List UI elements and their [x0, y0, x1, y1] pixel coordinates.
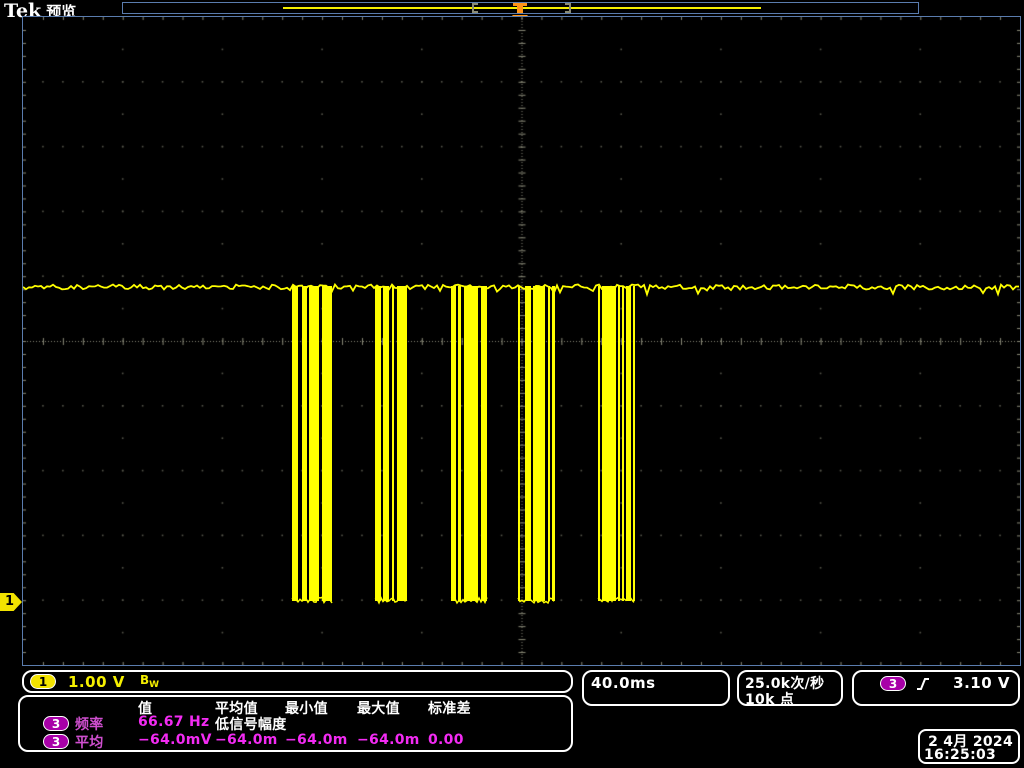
horizontal-scale-value: 40.0ms: [591, 674, 656, 692]
channel1-readout-box: 1 1.00 V BW: [22, 670, 573, 693]
measurement-row-mean: −64.0m: [215, 732, 278, 748]
zoom-window-left-bracket-icon: [472, 3, 478, 13]
trigger-source-badge: 3: [880, 676, 906, 691]
measurement-row-stddev: 0.00: [428, 732, 464, 748]
column-header-max: 最大值: [357, 698, 400, 718]
column-header-min: 最小值: [285, 698, 328, 718]
column-header-stddev: 标准差: [428, 698, 471, 718]
measurement-row-badge: 3: [43, 734, 69, 749]
measurement-row-label: 频率: [75, 714, 104, 734]
acquisition-preview-bar: [122, 2, 919, 14]
trigger-level-value: 3.10 V: [953, 674, 1010, 692]
measurement-row-label: 平均: [75, 732, 104, 752]
channel1-ground-marker: 1: [0, 593, 22, 611]
zoom-window-right-bracket-icon: [565, 3, 571, 13]
trigger-position-marker-stem: [517, 3, 523, 13]
channel1-badge: 1: [30, 674, 56, 689]
ch1-waveform: [23, 17, 1020, 665]
trigger-readout-box: 3 3.10 V: [852, 670, 1020, 706]
bandwidth-limit-icon: BW: [140, 673, 159, 690]
rising-edge-slope-icon: [916, 676, 930, 692]
measurement-row-warning: 低信号幅度: [215, 714, 287, 734]
measurement-row-value: 66.67 Hz: [138, 714, 209, 730]
measurement-row-badge: 3: [43, 716, 69, 731]
channel1-scale: 1.00 V: [68, 673, 125, 691]
record-length-value: 10k 点: [745, 689, 794, 709]
graticule: [22, 16, 1021, 666]
measurement-table: 值 平均值 最小值 最大值 标准差 3 频率 66.67 Hz 低信号幅度 3 …: [18, 695, 573, 752]
measurement-row-min: −64.0m: [285, 732, 348, 748]
measurement-row-max: −64.0m: [357, 732, 420, 748]
acquisition-box: 25.0k次/秒 10k 点: [737, 670, 843, 706]
time-value: 16:25:03: [924, 747, 996, 763]
measurement-row-value: −64.0mV: [138, 732, 212, 748]
datetime-box: 2 4月 2024 16:25:03: [918, 729, 1020, 764]
channel1-ground-marker-label: 1: [5, 594, 14, 609]
horizontal-scale-box: 40.0ms: [582, 670, 730, 706]
